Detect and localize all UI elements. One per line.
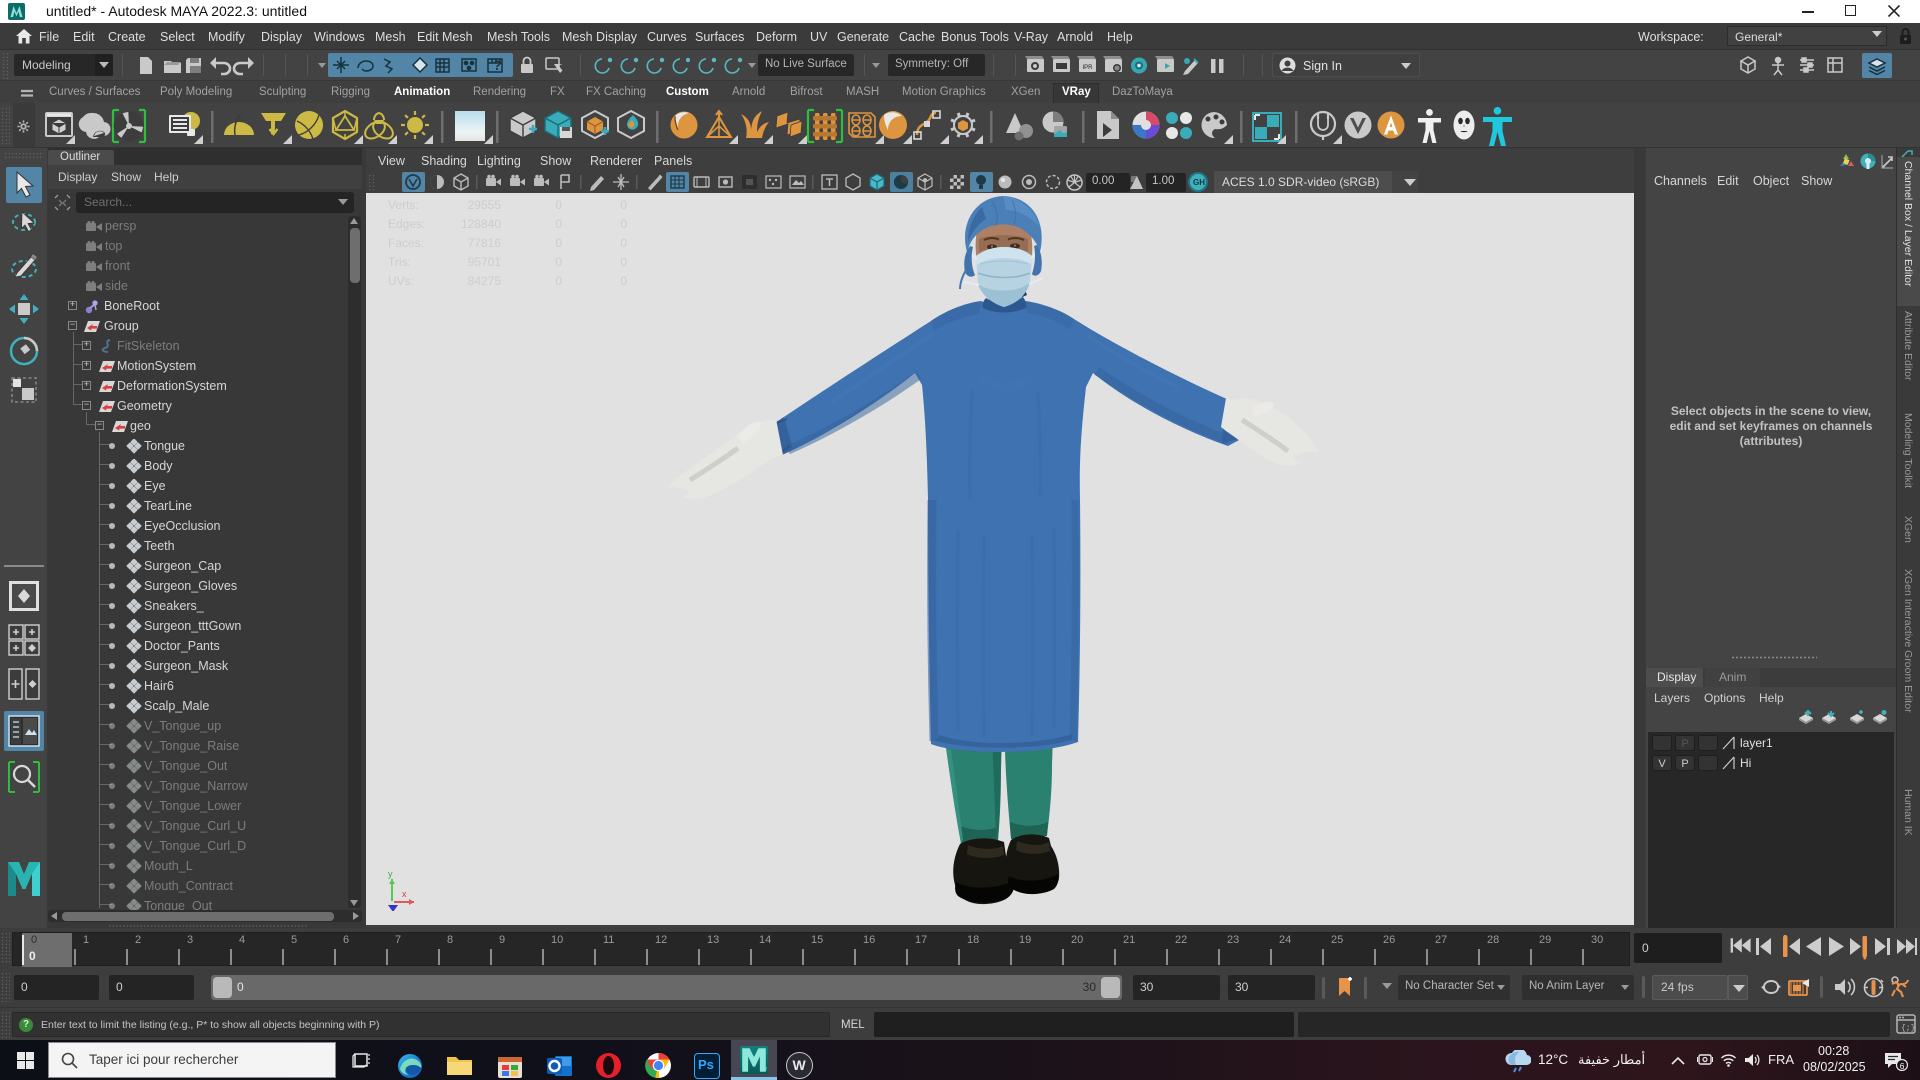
- svg-text:22: 22: [761, 1067, 768, 1073]
- svg-text:IPR: IPR: [1082, 65, 1093, 71]
- svg-text:x: x: [402, 889, 407, 899]
- svg-text:{;}: {;}: [1901, 1024, 1915, 1033]
- svg-text:6: 6: [1900, 1061, 1905, 1071]
- svg-text:y: y: [388, 869, 393, 879]
